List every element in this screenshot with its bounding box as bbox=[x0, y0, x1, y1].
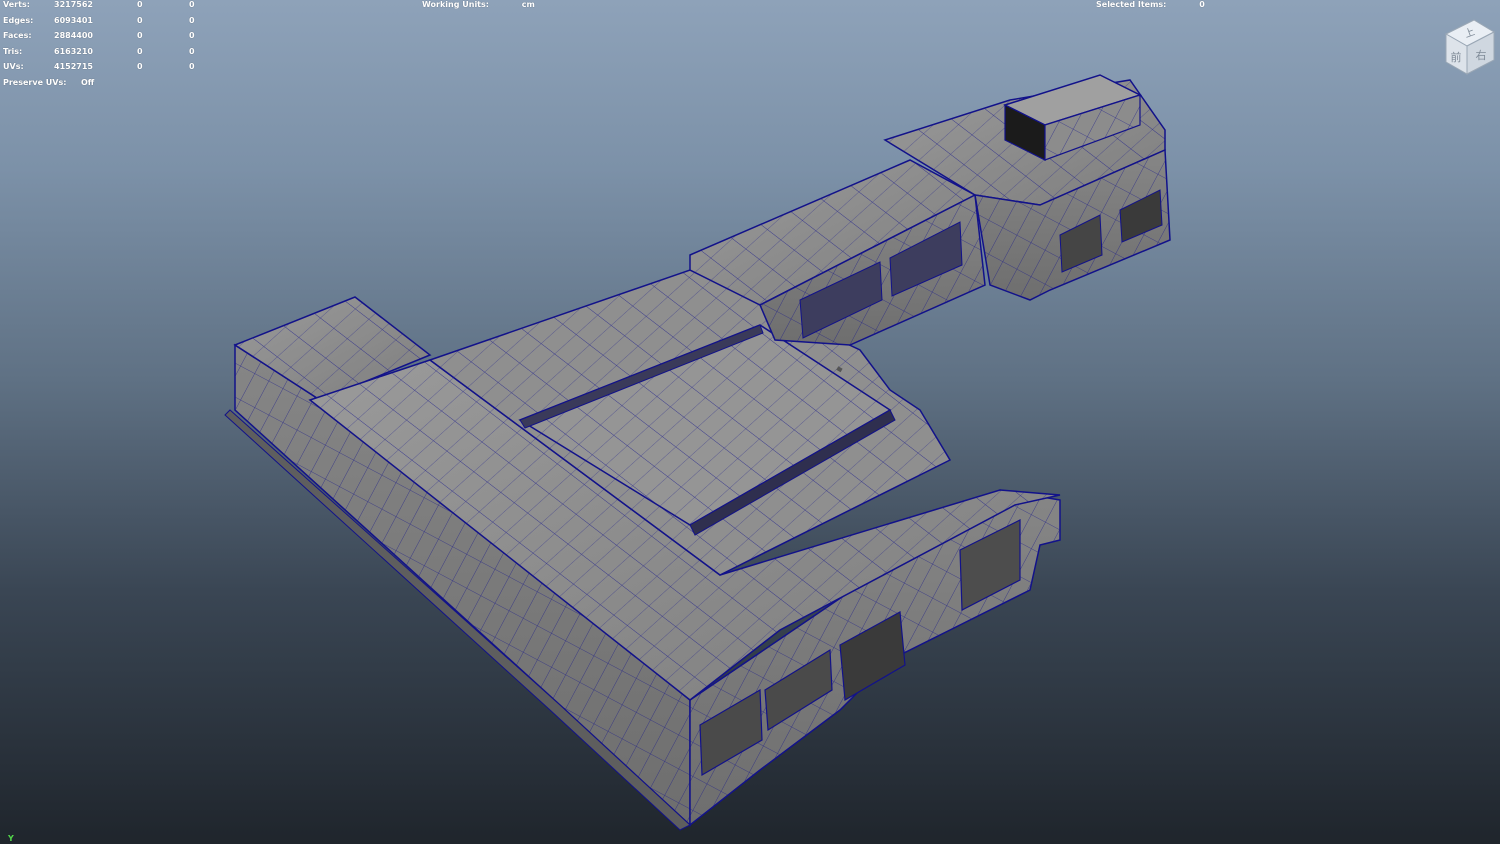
stat-components: 0 bbox=[189, 15, 195, 25]
stat-label: Verts: bbox=[3, 0, 30, 9]
preserve-uvs-label: Preserve UVs: bbox=[3, 77, 67, 87]
working-units-value: cm bbox=[521, 0, 535, 9]
working-units-display: Working Units: cm bbox=[422, 0, 535, 10]
stat-selected: 0 bbox=[137, 62, 143, 72]
building-mesh[interactable] bbox=[0, 0, 1500, 844]
stat-total: 2884400 bbox=[54, 31, 93, 41]
stat-label: UVs: bbox=[3, 62, 24, 72]
selected-items-value: 0 bbox=[1199, 0, 1205, 9]
viewcube-icon[interactable]: 上 前 右 bbox=[1440, 14, 1498, 76]
working-units-label: Working Units: bbox=[422, 0, 489, 9]
stat-total: 6093401 bbox=[54, 15, 93, 25]
stat-selected: 0 bbox=[137, 31, 143, 41]
selected-items-label: Selected Items: bbox=[1096, 0, 1167, 9]
stat-selected: 0 bbox=[137, 15, 143, 25]
stat-components: 0 bbox=[189, 0, 195, 9]
stat-label: Edges: bbox=[3, 15, 34, 25]
viewcube-right-label: 右 bbox=[1476, 48, 1487, 62]
stat-selected: 0 bbox=[137, 0, 143, 9]
3d-viewport[interactable]: Verts: 3217562 0 0 Edges: 6093401 0 0 Fa… bbox=[0, 0, 1500, 844]
stat-total: 4152715 bbox=[54, 62, 93, 72]
stat-components: 0 bbox=[189, 62, 195, 72]
viewcube-front-label: 前 bbox=[1451, 50, 1462, 64]
stat-total: 3217562 bbox=[54, 0, 93, 9]
axis-indicator-y: Y bbox=[8, 834, 14, 843]
preserve-uvs-value: Off bbox=[81, 77, 95, 87]
stat-selected: 0 bbox=[137, 46, 143, 56]
stat-label: Faces: bbox=[3, 31, 32, 41]
stat-total: 6163210 bbox=[54, 46, 93, 56]
stat-components: 0 bbox=[189, 31, 195, 41]
selected-items-display: Selected Items: 0 bbox=[1096, 0, 1205, 10]
stat-label: Tris: bbox=[3, 46, 23, 56]
stat-components: 0 bbox=[189, 46, 195, 56]
